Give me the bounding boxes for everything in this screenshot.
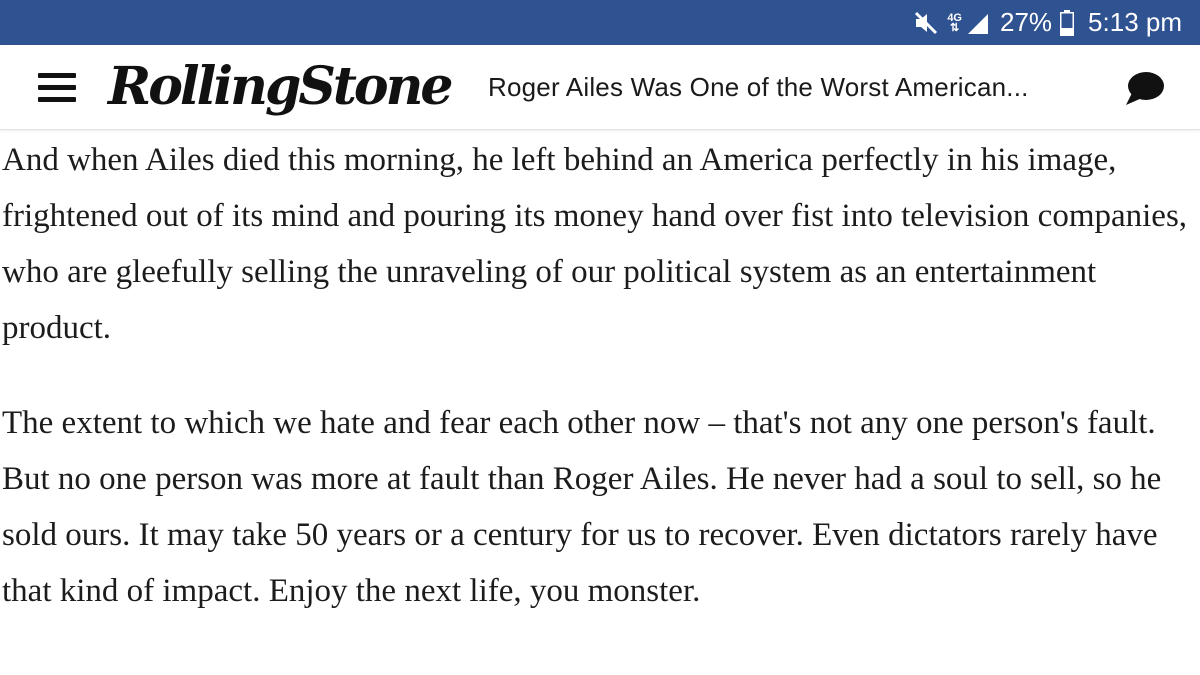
battery-percent: 27%: [1000, 7, 1053, 37]
clock: 5:13 pm: [1088, 7, 1182, 37]
battery-icon: [1060, 9, 1075, 36]
network-type-label: 4G ⇅: [947, 11, 962, 34]
article-paragraph: And when Ailes died this morning, he lef…: [2, 142, 1188, 346]
status-bar: 4G ⇅ 27% 5:13 pm: [0, 0, 1200, 45]
comment-bubble-icon[interactable]: [1122, 69, 1166, 109]
mute-icon: [913, 10, 939, 36]
article-paragraph: The extent to which we hate and fear eac…: [2, 405, 1162, 609]
signal-icon: [966, 12, 990, 34]
status-icons: 4G ⇅ 27% 5:13 pm: [913, 0, 1182, 45]
app-header: RollingStone Roger Ailes Was One of the …: [0, 45, 1200, 130]
network-type-text: 4G: [947, 11, 962, 24]
hamburger-menu-icon[interactable]: [38, 71, 76, 103]
article-body: And when Ailes died this morning, he lef…: [0, 132, 1200, 675]
data-arrows-icon: ⇅: [950, 21, 960, 34]
article-headline: Roger Ailes Was One of the Worst America…: [488, 71, 1029, 102]
site-logo[interactable]: RollingStone: [108, 47, 453, 125]
